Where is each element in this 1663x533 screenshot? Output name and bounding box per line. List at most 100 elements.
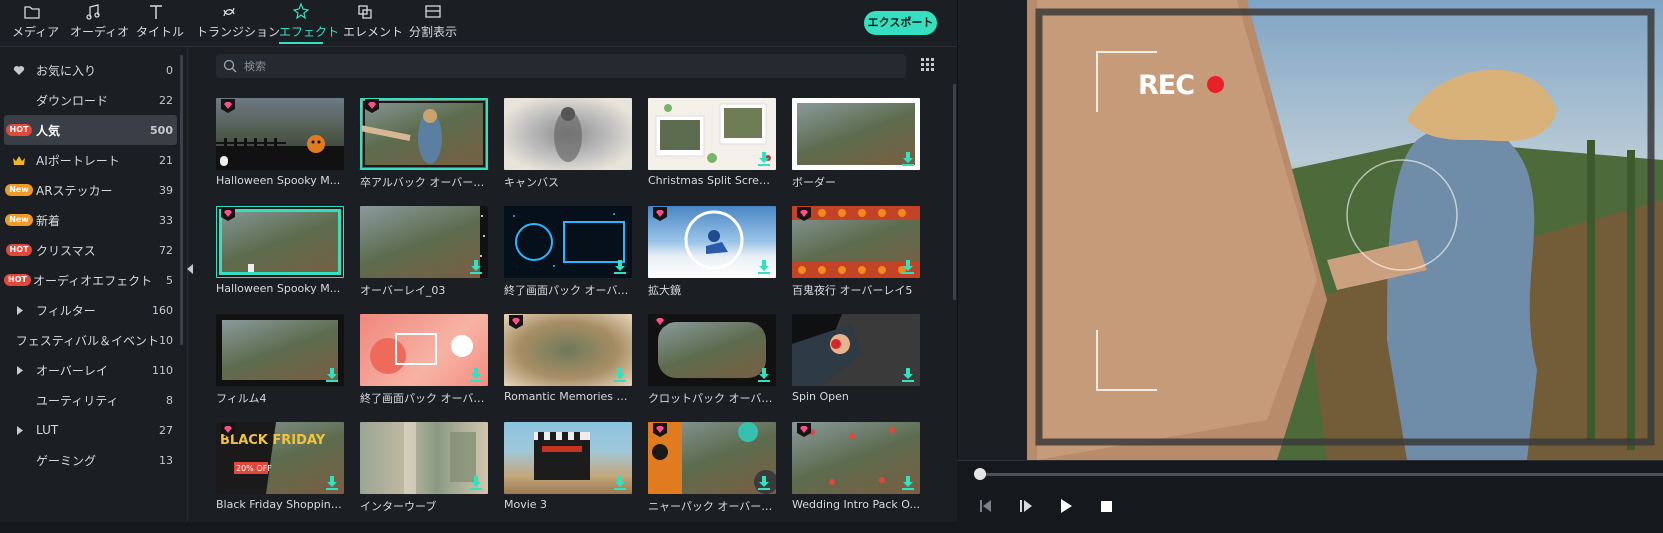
video-preview[interactable] [1027, 0, 1663, 460]
effect-thumbnail[interactable] [216, 98, 344, 170]
tab-titles[interactable]: タイトル [136, 2, 184, 44]
effect-thumbnail[interactable] [360, 98, 488, 170]
sidebar-item-new[interactable]: New 新着 33 [4, 205, 177, 235]
download-icon[interactable] [758, 260, 770, 274]
expand-arrow-icon[interactable] [16, 425, 23, 435]
effect-thumbnail[interactable]: BLACK FRIDAY 20% OFF [216, 422, 344, 494]
effect-card[interactable]: キャンバス [504, 98, 632, 198]
sidebar-item-ar-stickers[interactable]: New ARステッカー 39 [4, 175, 177, 205]
download-icon[interactable] [470, 260, 482, 274]
download-icon[interactable] [902, 476, 914, 490]
effect-card[interactable]: クロットパック オーバーレイ... [648, 314, 776, 414]
effect-thumbnail[interactable] [648, 206, 776, 278]
step-forward-icon [1020, 500, 1032, 512]
grid-view-icon[interactable] [921, 58, 935, 72]
music-note-icon [86, 4, 100, 20]
effects-scrollbar[interactable] [953, 84, 956, 300]
tab-effects[interactable]: エフェクト [279, 2, 339, 44]
download-icon[interactable] [470, 368, 482, 382]
effect-card[interactable]: Christmas Split Screen ... [648, 98, 776, 198]
panel-separator[interactable] [957, 0, 958, 533]
effect-card[interactable]: オーバーレイ_03 [360, 206, 488, 306]
effect-thumbnail[interactable] [504, 206, 632, 278]
collapse-sidebar-icon[interactable] [186, 264, 194, 274]
download-icon[interactable] [326, 476, 338, 490]
effect-thumbnail[interactable] [504, 314, 632, 386]
effect-thumbnail[interactable] [360, 206, 488, 278]
effect-card[interactable]: BLACK FRIDAY 20% OFF Black Friday Shoppin… [216, 422, 344, 522]
effect-card[interactable]: Halloween Spooky M... [216, 206, 344, 306]
download-icon[interactable] [902, 368, 914, 382]
prev-frame-button[interactable] [977, 497, 995, 515]
playhead-knob[interactable] [974, 468, 986, 480]
tab-audio[interactable]: オーディオ [70, 2, 129, 44]
sidebar-item-lut[interactable]: LUT 27 [4, 415, 177, 445]
stop-button[interactable] [1097, 497, 1115, 515]
effect-thumbnail[interactable] [504, 422, 632, 494]
effect-card[interactable]: フィルム4 [216, 314, 344, 414]
download-icon[interactable] [326, 368, 338, 382]
sidebar-item-popular[interactable]: HOT 人気 500 [4, 115, 177, 145]
download-icon[interactable] [614, 260, 626, 274]
download-icon[interactable] [902, 260, 914, 274]
effect-thumbnail[interactable] [648, 98, 776, 170]
download-icon[interactable] [470, 476, 482, 490]
download-icon[interactable] [902, 152, 914, 166]
effect-card[interactable]: インターウーブ [360, 422, 488, 522]
expand-arrow-icon[interactable] [16, 365, 23, 375]
rec-indicator [1207, 76, 1224, 93]
playback-progress[interactable] [980, 473, 1663, 476]
effect-card[interactable]: ニャーパック オーバーレイ 02 [648, 422, 776, 522]
download-icon[interactable] [758, 152, 770, 166]
sidebar-item-audio-effects[interactable]: HOT オーディオエフェクト 5 [4, 265, 177, 295]
effect-thumbnail[interactable] [216, 206, 344, 278]
effect-thumbnail[interactable] [792, 314, 920, 386]
preview-frame [1027, 0, 1663, 460]
download-icon[interactable] [758, 368, 770, 382]
sidebar-item-favorites[interactable]: お気に入り 0 [4, 55, 177, 85]
effect-thumbnail[interactable] [792, 206, 920, 278]
effect-card[interactable]: 終了画面パック オーバー... [504, 206, 632, 306]
effect-thumbnail[interactable] [360, 314, 488, 386]
search-input[interactable] [244, 56, 884, 76]
effect-card[interactable]: 拡大鏡 [648, 206, 776, 306]
effect-card[interactable]: 終了画面パック オーバー... [360, 314, 488, 414]
sidebar-item-christmas[interactable]: HOT クリスマス 72 [4, 235, 177, 265]
play-button[interactable] [1057, 497, 1075, 515]
download-icon[interactable] [614, 476, 626, 490]
tab-media[interactable]: メディア [12, 2, 59, 44]
next-frame-button[interactable] [1017, 497, 1035, 515]
sidebar-item-ai-portrait[interactable]: AIポートレート 21 [4, 145, 177, 175]
sidebar-item-utility[interactable]: ユーティリティ 8 [4, 385, 177, 415]
effect-thumbnail[interactable] [360, 422, 488, 494]
effect-thumbnail[interactable] [792, 98, 920, 170]
effect-card[interactable]: 卒アルバック オーバーレイ ... [360, 98, 488, 198]
effect-thumbnail[interactable] [216, 314, 344, 386]
tab-elements[interactable]: エレメント [343, 2, 403, 44]
effect-card[interactable]: Wedding Intro Pack O... [792, 422, 920, 522]
effect-card[interactable]: Halloween Spooky M... [216, 98, 344, 198]
effect-thumbnail[interactable] [648, 422, 776, 494]
sidebar-scrollbar[interactable] [180, 55, 183, 345]
export-button[interactable]: エクスポート [864, 11, 937, 35]
sidebar-item-downloads[interactable]: ダウンロード 22 [4, 85, 177, 115]
expand-arrow-icon[interactable] [16, 305, 23, 315]
tab-split-screen[interactable]: 分割表示 [409, 2, 457, 44]
download-icon[interactable] [758, 476, 770, 490]
effect-card[interactable]: Movie 3 [504, 422, 632, 522]
download-icon[interactable] [614, 368, 626, 382]
effect-thumbnail[interactable] [504, 98, 632, 170]
sidebar-item-overlay[interactable]: オーバーレイ 110 [4, 355, 177, 385]
effect-card[interactable]: Spin Open [792, 314, 920, 414]
effect-thumbnail[interactable] [792, 422, 920, 494]
tab-transitions[interactable]: トランジション [196, 2, 280, 44]
effect-card[interactable]: ボーダー [792, 98, 920, 198]
sidebar-item-filters[interactable]: フィルター 160 [4, 295, 177, 325]
effect-card[interactable]: Romantic Memories O... [504, 314, 632, 414]
effect-card[interactable]: 百鬼夜行 オーバーレイ5 [792, 206, 920, 306]
sidebar-item-festival[interactable]: フェスティバル＆イベント 10 [4, 325, 177, 355]
effect-thumbnail[interactable] [648, 314, 776, 386]
effect-name: ボーダー [792, 176, 836, 189]
sidebar-item-gaming[interactable]: ゲーミング 13 [4, 445, 177, 475]
premium-gem-icon [221, 207, 235, 221]
